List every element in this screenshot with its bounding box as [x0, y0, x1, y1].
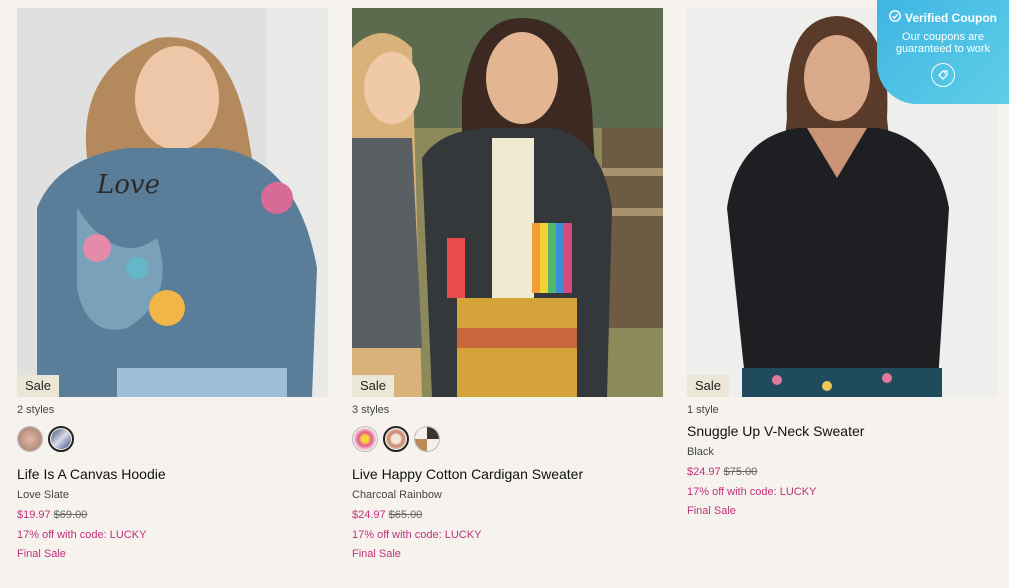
coupon-line-2: guaranteed to work	[895, 43, 991, 55]
price: $24.97 $75.00	[687, 466, 998, 480]
final-sale-text: Final Sale	[17, 548, 66, 560]
product-image[interactable]: Sale	[352, 8, 663, 397]
cardigan-photo	[352, 8, 663, 397]
price: $24.97 $65.00	[352, 509, 663, 523]
coupon-tag-icon[interactable]	[931, 63, 955, 87]
promo-text: 17% off with code: LUCKY	[352, 529, 482, 541]
final-sale-text: Final Sale	[687, 505, 736, 517]
sale-price: $24.97	[352, 509, 386, 521]
sale-price: $19.97	[17, 509, 51, 521]
swatch-selected[interactable]	[48, 426, 74, 452]
final-sale-text: Final Sale	[352, 548, 401, 560]
sale-badge: Sale	[687, 375, 730, 397]
original-price: $69.00	[53, 509, 88, 521]
coupon-title-row: Verified Coupon	[877, 10, 1009, 25]
original-price: $75.00	[723, 466, 758, 478]
promo-text: 17% off with code: LUCKY	[17, 529, 147, 541]
product-image[interactable]: Love Sale	[17, 8, 328, 397]
hoodie-photo: Love	[17, 8, 328, 397]
product-color: Love Slate	[17, 489, 69, 501]
swatch[interactable]	[17, 426, 43, 452]
coupon-line-1: Our coupons are	[902, 31, 984, 43]
styles-count: 3 styles	[352, 404, 390, 416]
product-card[interactable]: Sale 3 styles Live Happy Cotton Cardigan…	[352, 8, 663, 562]
verified-coupon-widget[interactable]: Verified Coupon Our coupons are guarante…	[877, 0, 1009, 104]
sale-price: $24.97	[687, 466, 721, 478]
styles-count: 2 styles	[17, 404, 55, 416]
original-price: $65.00	[388, 509, 423, 521]
sale-badge: Sale	[17, 375, 60, 397]
swatch[interactable]	[352, 426, 378, 452]
styles-count: 1 style	[687, 404, 719, 416]
swatch[interactable]	[414, 426, 440, 452]
sale-badge: Sale	[352, 375, 395, 397]
swatch-list	[352, 426, 663, 456]
promo-text: 17% off with code: LUCKY	[687, 486, 817, 498]
check-circle-icon	[889, 10, 901, 25]
svg-text:Love: Love	[96, 170, 160, 200]
product-name[interactable]: Live Happy Cotton Cardigan Sweater	[352, 466, 663, 484]
coupon-description: Our coupons are guaranteed to work	[877, 31, 1009, 55]
product-card[interactable]: Love Sale 2 styles Life Is A Canvas Hood…	[17, 8, 328, 562]
product-color: Charcoal Rainbow	[352, 489, 442, 501]
price: $19.97 $69.00	[17, 509, 328, 523]
product-name[interactable]: Snuggle Up V-Neck Sweater	[687, 423, 998, 441]
swatch-list	[17, 426, 328, 456]
product-color: Black	[687, 446, 714, 458]
coupon-title: Verified Coupon	[904, 10, 997, 25]
product-name[interactable]: Life Is A Canvas Hoodie	[17, 466, 328, 484]
swatch-selected[interactable]	[383, 426, 409, 452]
